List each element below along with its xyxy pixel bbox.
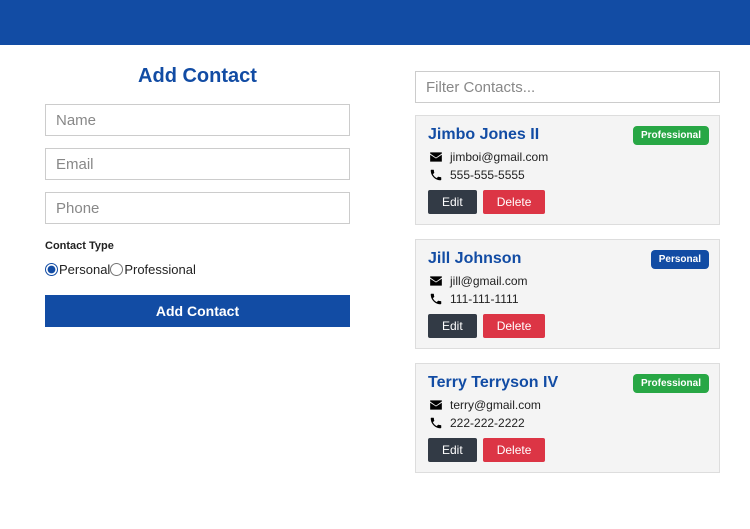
contact-email-row: jill@gmail.com [428, 274, 707, 288]
envelope-icon [428, 150, 444, 164]
delete-button[interactable]: Delete [483, 190, 546, 214]
contact-email: terry@gmail.com [450, 398, 541, 412]
contact-email-row: terry@gmail.com [428, 398, 707, 412]
contact-type-badge: Professional [633, 126, 709, 145]
edit-button[interactable]: Edit [428, 190, 477, 214]
phone-input[interactable] [45, 192, 350, 224]
add-contact-button[interactable]: Add Contact [45, 295, 350, 327]
contact-card: Jill JohnsonPersonaljill@gmail.com111-11… [415, 239, 720, 349]
contact-email: jimboi@gmail.com [450, 150, 548, 164]
main-container: Add Contact Contact Type Personal Profes… [0, 45, 750, 487]
contact-actions: EditDelete [428, 438, 707, 462]
phone-icon [428, 416, 444, 430]
delete-button[interactable]: Delete [483, 438, 546, 462]
top-bar [0, 0, 750, 45]
phone-icon [428, 168, 444, 182]
contact-phone: 555-555-5555 [450, 168, 525, 182]
radio-personal[interactable] [45, 263, 58, 276]
filter-input[interactable] [415, 71, 720, 103]
contacts-list: Jimbo Jones IIProfessionaljimboi@gmail.c… [415, 115, 720, 473]
contact-type-label: Contact Type [45, 240, 350, 252]
contact-card: Jimbo Jones IIProfessionaljimboi@gmail.c… [415, 115, 720, 225]
edit-button[interactable]: Edit [428, 438, 477, 462]
contact-actions: EditDelete [428, 190, 707, 214]
contact-actions: EditDelete [428, 314, 707, 338]
contact-phone-row: 111-111-1111 [428, 292, 707, 306]
contact-type-radios: Personal Professional [45, 262, 350, 277]
edit-button[interactable]: Edit [428, 314, 477, 338]
radio-professional[interactable] [110, 263, 123, 276]
contact-phone: 111-111-1111 [450, 292, 519, 306]
contact-email: jill@gmail.com [450, 274, 528, 288]
radio-professional-label: Professional [124, 262, 196, 277]
phone-icon [428, 292, 444, 306]
form-title: Add Contact [45, 65, 350, 88]
contact-phone-row: 555-555-5555 [428, 168, 707, 182]
delete-button[interactable]: Delete [483, 314, 546, 338]
contact-email-row: jimboi@gmail.com [428, 150, 707, 164]
email-input[interactable] [45, 148, 350, 180]
envelope-icon [428, 398, 444, 412]
contact-type-badge: Personal [651, 250, 709, 269]
contact-phone-row: 222-222-2222 [428, 416, 707, 430]
contact-card: Terry Terryson IVProfessionalterry@gmail… [415, 363, 720, 473]
radio-personal-label: Personal [59, 262, 110, 277]
name-input[interactable] [45, 104, 350, 136]
contacts-panel: Jimbo Jones IIProfessionaljimboi@gmail.c… [415, 65, 740, 487]
contact-type-badge: Professional [633, 374, 709, 393]
envelope-icon [428, 274, 444, 288]
add-contact-form: Add Contact Contact Type Personal Profes… [10, 65, 385, 487]
contact-phone: 222-222-2222 [450, 416, 525, 430]
